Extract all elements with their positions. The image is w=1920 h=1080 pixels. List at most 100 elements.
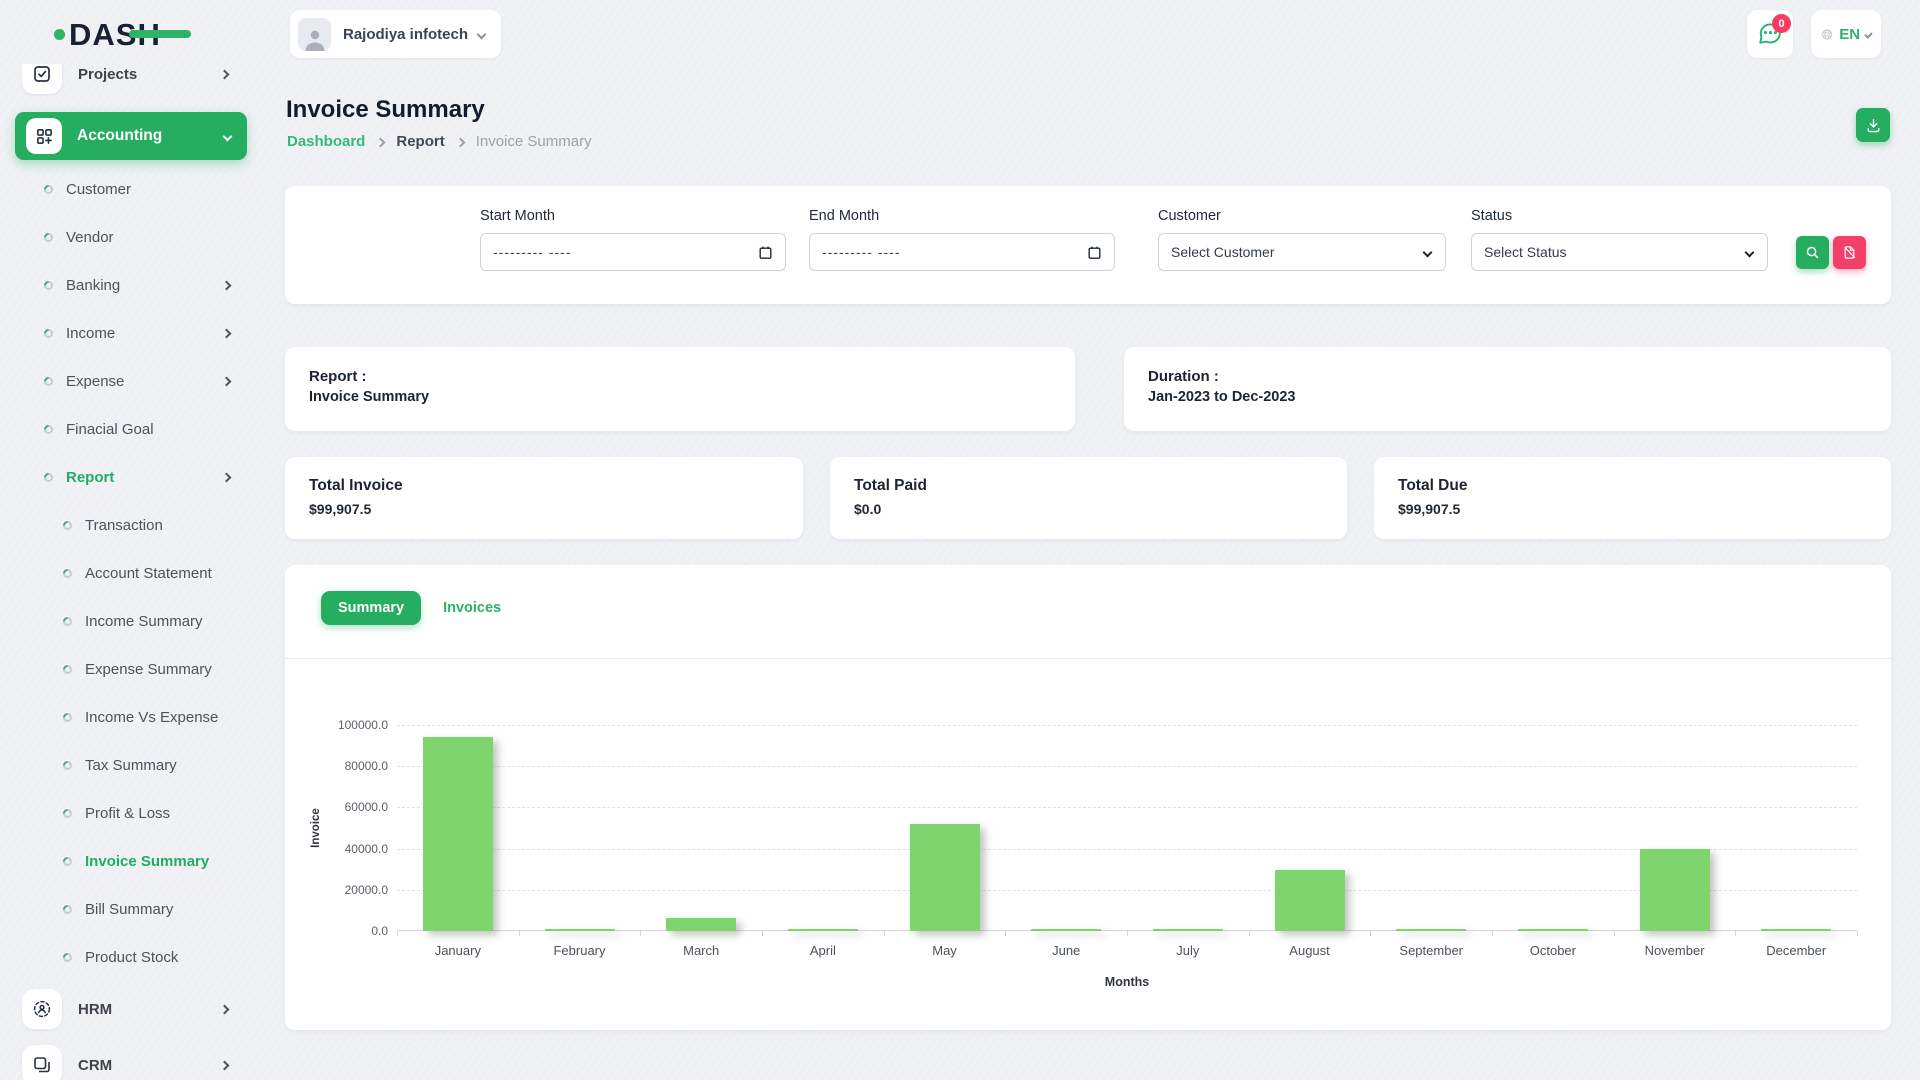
- customer-select[interactable]: Select Customer: [1158, 233, 1446, 271]
- tab-invoices[interactable]: Invoices: [443, 600, 501, 616]
- sidebar-item-label: Expense Summary: [85, 661, 212, 678]
- sidebar-nav: Projects Accounting Customer Vendor Bankin…: [0, 64, 262, 1080]
- total-value: $0.0: [854, 501, 1323, 517]
- chevron-right-icon: [222, 280, 232, 290]
- chart-card: SummaryInvoices Invoice 0.020000.040000.…: [285, 565, 1891, 1030]
- end-month-input[interactable]: --------- ----: [809, 233, 1115, 271]
- month-label-september: September: [1370, 943, 1492, 958]
- download-icon: [1865, 117, 1882, 134]
- start-month-input[interactable]: --------- ----: [480, 233, 786, 271]
- bar-january[interactable]: [423, 737, 493, 931]
- bullet-icon: [42, 231, 55, 244]
- y-axis-title: Invoice: [307, 725, 325, 931]
- bar-may[interactable]: [910, 824, 980, 931]
- language-selector[interactable]: EN: [1811, 10, 1881, 58]
- download-button[interactable]: [1856, 108, 1890, 142]
- x-axis-labels: JanuaryFebruaryMarchAprilMayJuneJulyAugu…: [397, 943, 1857, 958]
- sidebar-item-income-summary[interactable]: Income Summary: [0, 597, 262, 645]
- sidebar-item-projects[interactable]: Projects: [0, 64, 262, 98]
- sidebar-item-label: Income Vs Expense: [85, 709, 218, 726]
- bar-july[interactable]: [1153, 929, 1223, 931]
- bullet-icon: [42, 423, 55, 436]
- bar-june[interactable]: [1031, 929, 1101, 931]
- total-card-total-paid: Total Paid $0.0: [830, 457, 1347, 539]
- bullet-icon: [61, 807, 74, 820]
- chevron-right-icon: [376, 137, 386, 147]
- workspace-selector[interactable]: Rajodiya infotech: [290, 10, 501, 58]
- sidebar-item-label: Income Summary: [85, 613, 203, 630]
- sidebar-item-banking[interactable]: Banking: [0, 261, 262, 309]
- sidebar-item-label: Expense: [66, 373, 124, 390]
- bar-november[interactable]: [1640, 849, 1710, 931]
- month-label-february: February: [519, 943, 641, 958]
- sidebar-item-vendor[interactable]: Vendor: [0, 213, 262, 261]
- bar-august[interactable]: [1275, 870, 1345, 931]
- report-card-title: Report :: [309, 368, 1051, 385]
- sidebar-item-tax-summary[interactable]: Tax Summary: [0, 741, 262, 789]
- sidebar-item-label: Tax Summary: [85, 757, 177, 774]
- breadcrumb-report[interactable]: Report: [396, 133, 444, 150]
- sidebar-item-customer[interactable]: Customer: [0, 165, 262, 213]
- bar-december[interactable]: [1761, 929, 1831, 931]
- brand-logo[interactable]: DASH: [54, 16, 161, 52]
- messages-button[interactable]: 0: [1747, 10, 1793, 58]
- sidebar-item-label: Banking: [66, 277, 120, 294]
- sidebar-item-label: Vendor: [66, 229, 114, 246]
- y-tick-label: 0.0: [371, 924, 388, 938]
- sidebar-item-report[interactable]: Report: [0, 453, 262, 501]
- bullet-icon: [42, 375, 55, 388]
- month-label-april: April: [762, 943, 884, 958]
- bullet-icon: [61, 903, 74, 916]
- duration-card-value: Jan-2023 to Dec-2023: [1148, 389, 1867, 405]
- breadcrumb-invoice-summary: Invoice Summary: [476, 133, 592, 150]
- bullet-icon: [61, 615, 74, 628]
- bar-september[interactable]: [1396, 929, 1466, 931]
- workspace-name: Rajodiya infotech: [343, 26, 468, 43]
- sidebar-item-crm[interactable]: CRM: [0, 1037, 262, 1080]
- breadcrumb: Dashboard Report Invoice Summary: [287, 133, 592, 150]
- total-label: Total Due: [1398, 477, 1867, 495]
- x-tick-mark: [1005, 931, 1006, 936]
- y-tick-label: 100000.0: [338, 718, 388, 732]
- sidebar-item-profit-loss[interactable]: Profit & Loss: [0, 789, 262, 837]
- breadcrumb-dashboard[interactable]: Dashboard: [287, 133, 365, 150]
- apply-filter-button[interactable]: [1796, 236, 1829, 269]
- chevron-down-icon: [223, 131, 233, 141]
- hrm-person-icon: [22, 989, 62, 1029]
- sidebar-item-account-statement[interactable]: Account Statement: [0, 549, 262, 597]
- sidebar-item-finacial-goal[interactable]: Finacial Goal: [0, 405, 262, 453]
- sidebar-item-transaction[interactable]: Transaction: [0, 501, 262, 549]
- bar-october[interactable]: [1518, 929, 1588, 931]
- total-value: $99,907.5: [1398, 501, 1867, 517]
- sidebar-item-expense[interactable]: Expense: [0, 357, 262, 405]
- tab-summary[interactable]: Summary: [321, 591, 421, 625]
- bullet-icon: [42, 471, 55, 484]
- sidebar-item-expense-summary[interactable]: Expense Summary: [0, 645, 262, 693]
- sidebar-item-invoice-summary[interactable]: Invoice Summary: [0, 837, 262, 885]
- month-label-october: October: [1492, 943, 1614, 958]
- x-tick-mark: [762, 931, 763, 936]
- logo-dash-bar: [129, 30, 191, 38]
- sidebar-group-accounting[interactable]: Accounting: [15, 112, 247, 160]
- x-tick-mark: [1249, 931, 1250, 936]
- end-month-label: End Month: [809, 208, 1115, 224]
- bullet-icon: [61, 663, 74, 676]
- sidebar-item-income[interactable]: Income: [0, 309, 262, 357]
- chevron-down-icon: [1745, 247, 1755, 257]
- total-label: Total Paid: [854, 477, 1323, 495]
- duration-card: Duration : Jan-2023 to Dec-2023: [1124, 347, 1891, 431]
- sidebar-item-hrm[interactable]: HRM: [0, 981, 262, 1037]
- bullet-icon: [61, 759, 74, 772]
- sidebar-item-label: CRM: [78, 1057, 112, 1074]
- sidebar-item-label: Transaction: [85, 517, 163, 534]
- bar-march[interactable]: [666, 918, 736, 931]
- x-tick-mark: [519, 931, 520, 936]
- status-select[interactable]: Select Status: [1471, 233, 1768, 271]
- bar-february[interactable]: [545, 929, 615, 931]
- sidebar-item-product-stock[interactable]: Product Stock: [0, 933, 262, 981]
- sidebar-item-bill-summary[interactable]: Bill Summary: [0, 885, 262, 933]
- bar-april[interactable]: [788, 929, 858, 931]
- reset-filter-button[interactable]: [1833, 236, 1866, 269]
- sidebar-item-income-vs-expense[interactable]: Income Vs Expense: [0, 693, 262, 741]
- total-label: Total Invoice: [309, 477, 779, 495]
